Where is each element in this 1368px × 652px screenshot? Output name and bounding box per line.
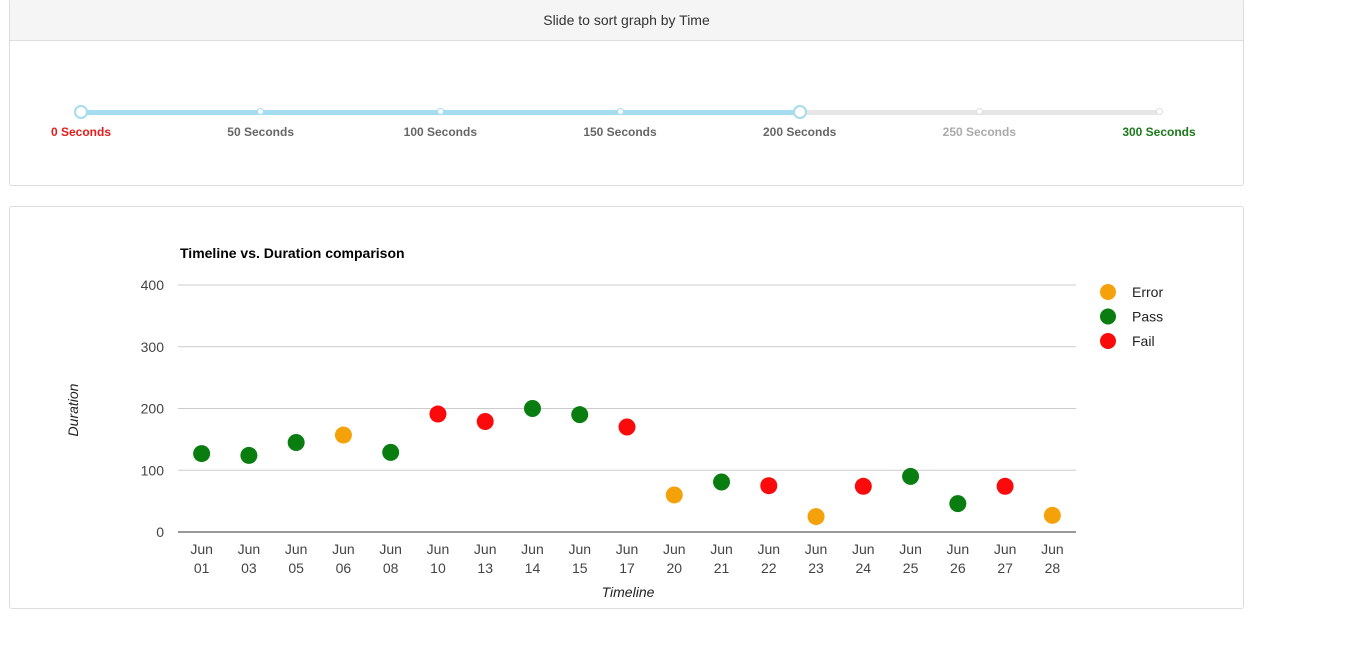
x-tick-label-day: 23 [808, 560, 824, 576]
data-point-fail[interactable] [476, 412, 494, 430]
x-tick-label-day: 03 [241, 560, 257, 576]
data-points [193, 400, 1061, 526]
slider-tick [436, 108, 444, 115]
slider-handle-min[interactable] [74, 105, 88, 119]
x-tick-label-day: 27 [997, 560, 1013, 576]
x-tick-label-day: 22 [761, 560, 777, 576]
legend: Error Pass Fail [1100, 284, 1163, 349]
x-tick-label-month: Jun [474, 541, 497, 557]
data-point-pass[interactable] [193, 445, 211, 463]
x-tick-label-month: Jun [332, 541, 355, 557]
data-point-pass[interactable] [571, 406, 589, 424]
x-tick-label-day: 17 [619, 560, 635, 576]
data-point-fail[interactable] [854, 477, 872, 495]
y-tick-label: 0 [156, 524, 164, 540]
legend-marker-error [1100, 284, 1116, 300]
x-tick-label-day: 28 [1045, 560, 1061, 576]
y-axis-ticks: 0 100 200 300 400 [141, 277, 165, 540]
x-tick-label-day: 15 [572, 560, 588, 576]
x-axis-ticks: Jun 01 Jun 03 Jun 05 Jun 06 Jun 08 Jun 10 Jun 13 Jun 14… [190, 541, 1063, 576]
chart-panel: Timeline vs. Duration comparison 0 100 200… [9, 206, 1244, 609]
x-tick-label-day: 21 [714, 560, 730, 576]
x-tick-label-month: Jun [190, 541, 213, 557]
x-tick-label-day: 13 [477, 560, 493, 576]
data-point-fail[interactable] [618, 418, 636, 436]
x-tick-label-month: Jun [852, 541, 875, 557]
slider-tick [975, 108, 983, 115]
x-tick-label-month: Jun [899, 541, 922, 557]
data-point-pass[interactable] [713, 473, 731, 491]
slider-label: 250 Seconds [942, 125, 1017, 139]
data-point-pass[interactable] [240, 446, 258, 464]
x-tick-label-day: 01 [194, 560, 210, 576]
slider-handle-max[interactable] [792, 105, 807, 119]
data-point-pass[interactable] [287, 433, 305, 451]
x-tick-label-month: Jun [427, 541, 450, 557]
x-tick-label-day: 14 [525, 560, 541, 576]
x-tick-label-month: Jun [805, 541, 828, 557]
x-tick-label-month: Jun [285, 541, 308, 557]
x-tick-label-day: 10 [430, 560, 446, 576]
slider-tick [1155, 108, 1163, 115]
x-tick-label-month: Jun [758, 541, 781, 557]
data-point-fail[interactable] [996, 477, 1014, 495]
data-point-pass[interactable] [902, 467, 920, 485]
data-point-error[interactable] [1043, 506, 1061, 524]
x-tick-label-month: Jun [1041, 541, 1064, 557]
slider-tick [616, 108, 624, 115]
scatter-chart: Timeline vs. Duration comparison 0100200… [65, 245, 1163, 600]
x-tick-label-day: 24 [856, 560, 872, 576]
legend-label: Error [1132, 284, 1163, 300]
y-tick-label: 100 [141, 462, 165, 478]
x-tick-label-day: 06 [336, 560, 352, 576]
data-point-fail[interactable] [760, 477, 778, 495]
y-axis-label: Duration [65, 383, 81, 436]
data-point-pass[interactable] [382, 443, 400, 461]
y-tick-label: 200 [141, 401, 165, 417]
x-tick-label-month: Jun [663, 541, 686, 557]
data-point-pass[interactable] [949, 495, 967, 513]
x-tick-label-month: Jun [710, 541, 733, 557]
data-point-fail[interactable] [429, 405, 447, 423]
x-tick-label-day: 05 [288, 560, 304, 576]
x-tick-label-month: Jun [568, 541, 591, 557]
grid-lines [178, 284, 1076, 533]
slider-label: 150 Seconds [583, 125, 657, 139]
slider-label: 100 Seconds [403, 125, 478, 139]
legend-label: Pass [1132, 309, 1163, 325]
data-point-error[interactable] [665, 486, 683, 504]
x-tick-label-month: Jun [616, 541, 639, 557]
x-tick-label-day: 08 [383, 560, 399, 576]
x-tick-label-month: Jun [521, 541, 544, 557]
y-tick-label: 300 [141, 339, 165, 355]
slider-label: 200 Seconds [762, 125, 837, 139]
x-tick-label-month: Jun [947, 541, 970, 557]
legend-marker-fail [1100, 333, 1116, 349]
time-slider-panel: Slide to sort graph by Time 0 Seconds 50 … [9, 0, 1244, 186]
x-tick-label-month: Jun [994, 541, 1017, 557]
chart-title: Timeline vs. Duration comparison [180, 245, 405, 261]
x-axis-label: Timeline [602, 584, 655, 600]
legend-label: Fail [1132, 333, 1155, 349]
slider-label: 50 Seconds [227, 125, 294, 139]
x-tick-label-day: 20 [666, 560, 682, 576]
legend-marker-pass [1100, 308, 1116, 325]
data-point-pass[interactable] [523, 400, 541, 417]
data-point-error[interactable] [807, 508, 825, 526]
x-tick-label-day: 25 [903, 560, 919, 576]
y-tick-label: 400 [141, 277, 165, 293]
data-point-error[interactable] [334, 426, 352, 444]
slider-label: 0 Seconds [50, 125, 112, 139]
x-tick-label-day: 26 [950, 560, 966, 576]
slider-heading: Slide to sort graph by Time [10, 0, 1243, 41]
slider-label: 300 Seconds [1122, 125, 1196, 139]
x-tick-label-month: Jun [379, 541, 402, 557]
x-tick-label-month: Jun [238, 541, 261, 557]
